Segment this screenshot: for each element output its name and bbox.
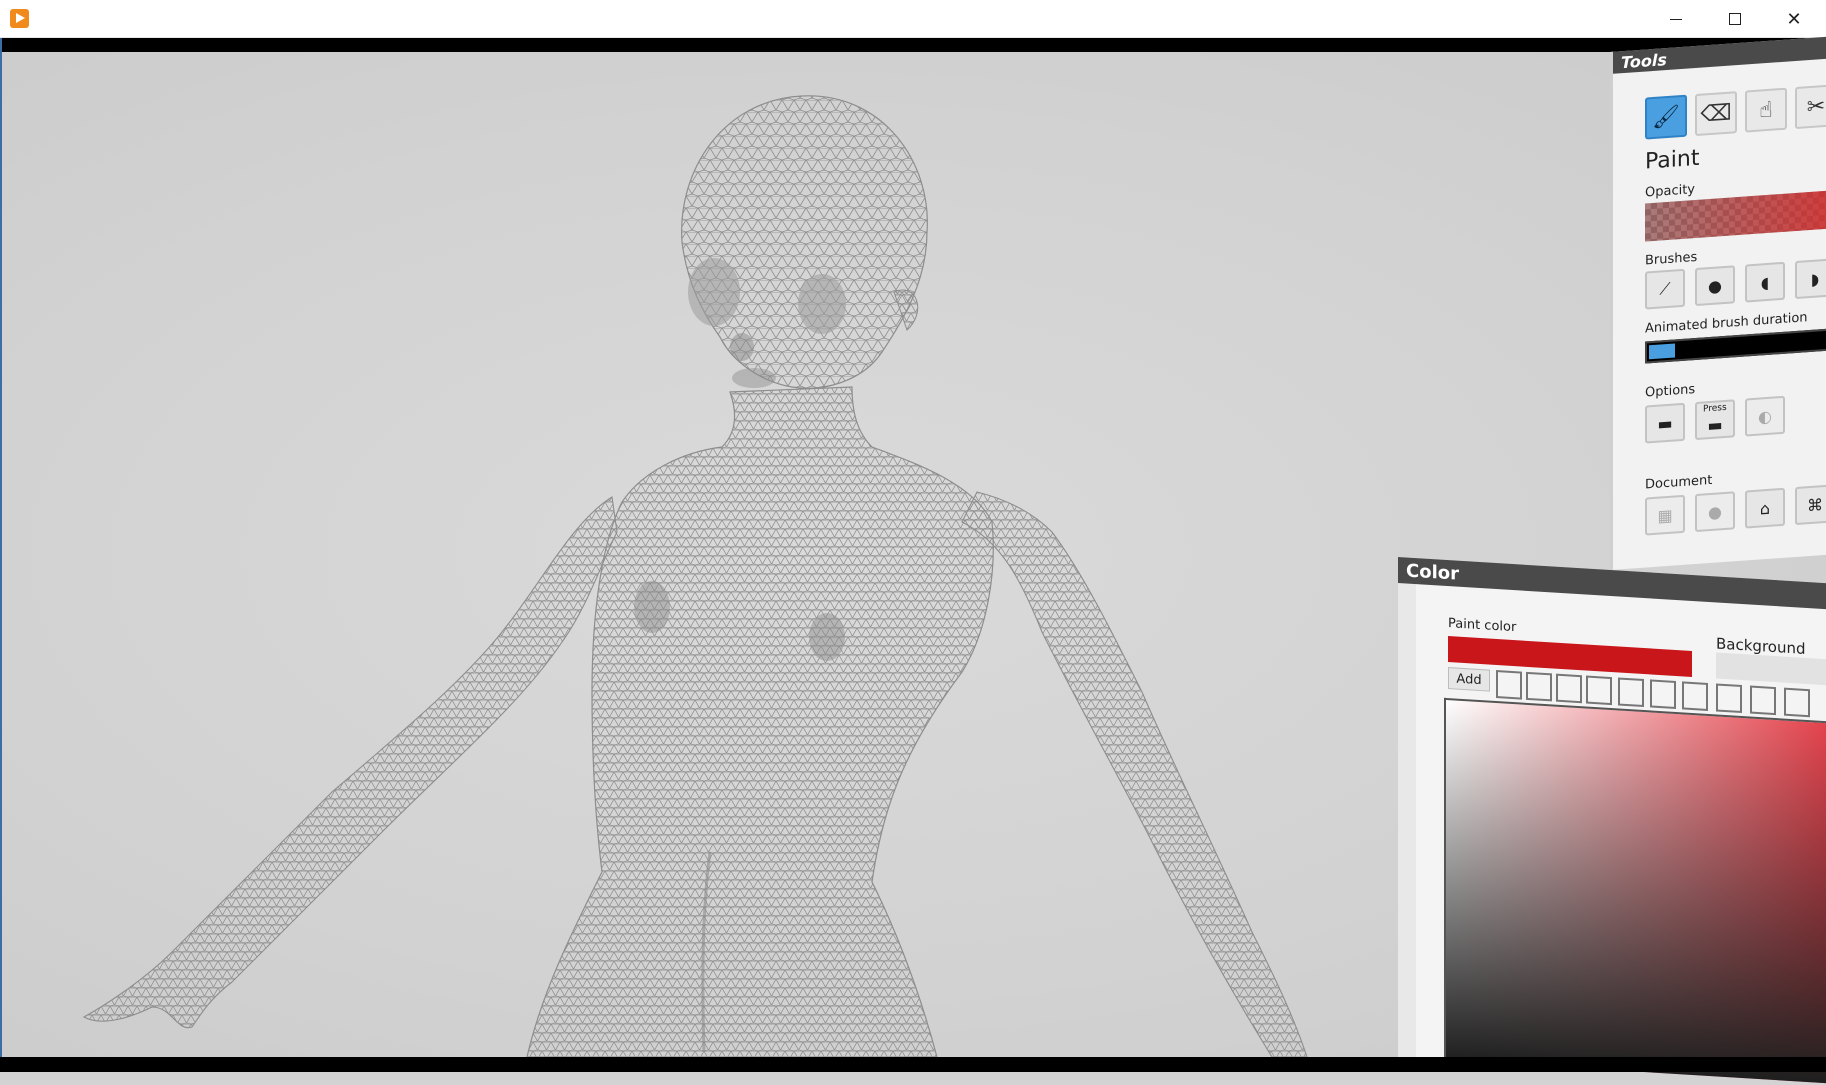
swatch-slot[interactable]	[1784, 687, 1810, 718]
home-button[interactable]: ⌂	[1745, 487, 1785, 529]
brushes-label: Brushes	[1645, 249, 1698, 269]
paint-color-label: Paint color	[1448, 616, 1517, 636]
line-brush-button[interactable]: ⟋	[1645, 268, 1685, 310]
options-label: Options	[1645, 382, 1696, 401]
brush-icon: 🖌	[1652, 103, 1680, 131]
play-app-icon	[10, 9, 29, 28]
save-icon: ⌘	[1807, 494, 1823, 515]
eraser-tool-button[interactable]: ⌫	[1695, 91, 1737, 137]
tool-mode-label: Paint	[1645, 145, 1700, 175]
eraser-icon: ⌫	[1700, 100, 1732, 128]
symmetry-option-button[interactable]: ◐	[1745, 395, 1785, 437]
opacity-label: Opacity	[1645, 182, 1696, 201]
swatch-slot[interactable]	[1586, 675, 1612, 706]
pressure-option-button[interactable]: Press ▬	[1695, 399, 1735, 441]
mesh-left-arm	[82, 496, 618, 1029]
line-brush-icon: ⟋	[1659, 278, 1671, 299]
sphere-button[interactable]: ●	[1695, 491, 1735, 533]
soft-brush-icon: ◖	[1760, 272, 1770, 292]
pressure-option-icon: ▬	[1707, 414, 1723, 435]
cut-icon: ✂	[1806, 93, 1826, 120]
sphere-icon: ●	[1708, 501, 1722, 522]
home-icon: ⌂	[1759, 498, 1771, 519]
cut-tool-button[interactable]: ✂	[1795, 84, 1826, 130]
swatch-slot[interactable]	[1650, 679, 1676, 710]
minimize-button[interactable]	[1647, 0, 1705, 38]
flat-brush-icon: ◗	[1810, 268, 1820, 289]
swatch-slot[interactable]	[1716, 683, 1742, 714]
uv-grid-button[interactable]: ▦	[1645, 494, 1685, 536]
line-option-icon: ▬	[1657, 413, 1673, 434]
tools-panel-title: Tools	[1621, 50, 1667, 73]
save-button[interactable]: ⌘	[1795, 484, 1826, 526]
flat-brush-button[interactable]: ◗	[1795, 258, 1826, 300]
saturation-value-picker[interactable]	[1444, 697, 1826, 1085]
color-panel: Color Paint color Background co Add	[1398, 557, 1826, 1085]
line-option-button[interactable]: ▬	[1645, 402, 1685, 444]
duration-slider-fill	[1649, 343, 1675, 360]
round-brush-icon: ●	[1708, 275, 1722, 296]
background-color-swatch[interactable]	[1716, 652, 1826, 688]
maximize-icon	[1729, 13, 1741, 25]
mesh-torso	[526, 386, 994, 1057]
symmetry-option-icon: ◐	[1758, 406, 1772, 427]
swatch-slot[interactable]	[1618, 677, 1644, 708]
letterbox-top	[0, 38, 1826, 52]
smudge-icon: ☝	[1759, 97, 1773, 124]
close-button[interactable]: ✕	[1765, 0, 1823, 38]
color-panel-title: Color	[1406, 560, 1459, 585]
swatch-slot[interactable]	[1496, 669, 1522, 700]
minimize-icon	[1670, 18, 1682, 20]
uv-grid-icon: ▦	[1657, 505, 1673, 526]
maximize-button[interactable]	[1706, 0, 1764, 38]
mesh-right-arm	[961, 491, 1308, 1057]
close-icon: ✕	[1786, 8, 1802, 30]
swatch-slot[interactable]	[1526, 671, 1552, 702]
swatch-slot[interactable]	[1556, 673, 1582, 704]
smudge-tool-button[interactable]: ☝	[1745, 87, 1787, 133]
letterbox-bottom	[0, 1057, 1826, 1072]
add-swatch-button[interactable]: Add	[1448, 667, 1490, 692]
window-titlebar: ✕	[0, 0, 1826, 38]
mesh-head	[681, 95, 928, 389]
press-label: Press	[1703, 402, 1727, 415]
swatch-slot[interactable]	[1682, 681, 1708, 711]
tools-panel: Tools 🖌 ⌫ ☝ ✂ Paint Opacity Brushes ⟋ ● …	[1610, 36, 1826, 570]
swatch-slot[interactable]	[1750, 685, 1776, 716]
soft-brush-button[interactable]: ◖	[1745, 261, 1785, 303]
document-label: Document	[1645, 472, 1713, 493]
brush-tool-button[interactable]: 🖌	[1645, 94, 1687, 140]
round-brush-button[interactable]: ●	[1695, 265, 1735, 307]
